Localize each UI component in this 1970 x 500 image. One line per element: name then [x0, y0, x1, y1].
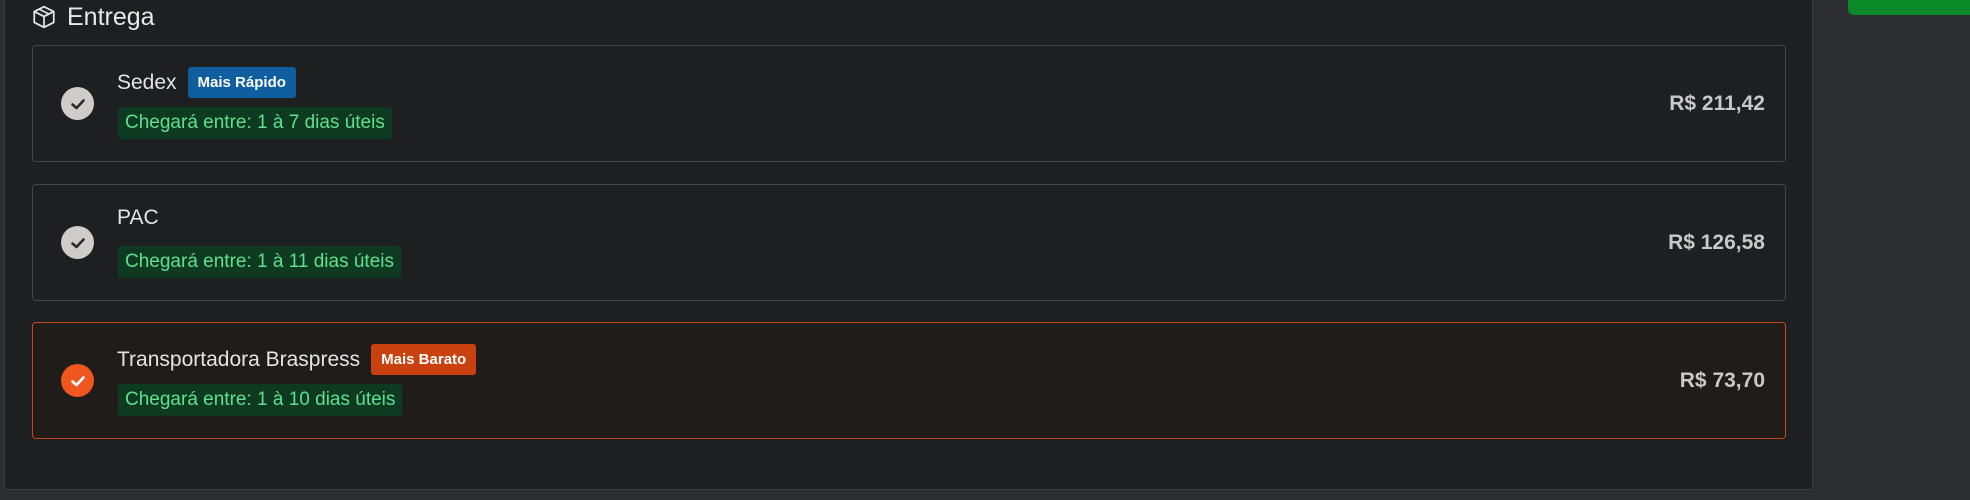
option-price: R$ 211,42	[1669, 91, 1765, 115]
option-price: R$ 73,70	[1679, 368, 1765, 392]
option-name: Sedex	[117, 70, 177, 94]
delivery-estimate: Chegará entre: 1 à 7 dias úteis	[118, 107, 392, 139]
page: Entrega Sedex Mais Rápido Chegará entre:…	[0, 0, 1970, 500]
continue-button[interactable]	[1848, 0, 1970, 15]
section-title: Entrega	[67, 2, 155, 31]
package-icon	[31, 4, 57, 30]
shipping-option-pac[interactable]: PAC Chegará entre: 1 à 11 dias úteis R$ …	[32, 184, 1786, 301]
check-circle-icon	[61, 226, 94, 259]
delivery-estimate: Chegará entre: 1 à 11 dias úteis	[118, 246, 401, 278]
shipping-panel: Entrega Sedex Mais Rápido Chegará entre:…	[4, 0, 1813, 490]
option-price: R$ 126,58	[1668, 230, 1765, 254]
shipping-option-sedex[interactable]: Sedex Mais Rápido Chegará entre: 1 à 7 d…	[32, 45, 1786, 162]
check-circle-icon	[61, 87, 94, 120]
shipping-option-braspress[interactable]: Transportadora Braspress Mais Barato Che…	[32, 322, 1786, 439]
cheapest-badge: Mais Barato	[371, 344, 477, 375]
fastest-badge: Mais Rápido	[187, 67, 296, 98]
delivery-estimate: Chegará entre: 1 à 10 dias úteis	[118, 384, 403, 416]
option-name: PAC	[117, 206, 159, 229]
option-name: Transportadora Braspress	[117, 347, 361, 371]
check-circle-icon	[61, 364, 94, 397]
section-header: Entrega	[31, 2, 155, 32]
